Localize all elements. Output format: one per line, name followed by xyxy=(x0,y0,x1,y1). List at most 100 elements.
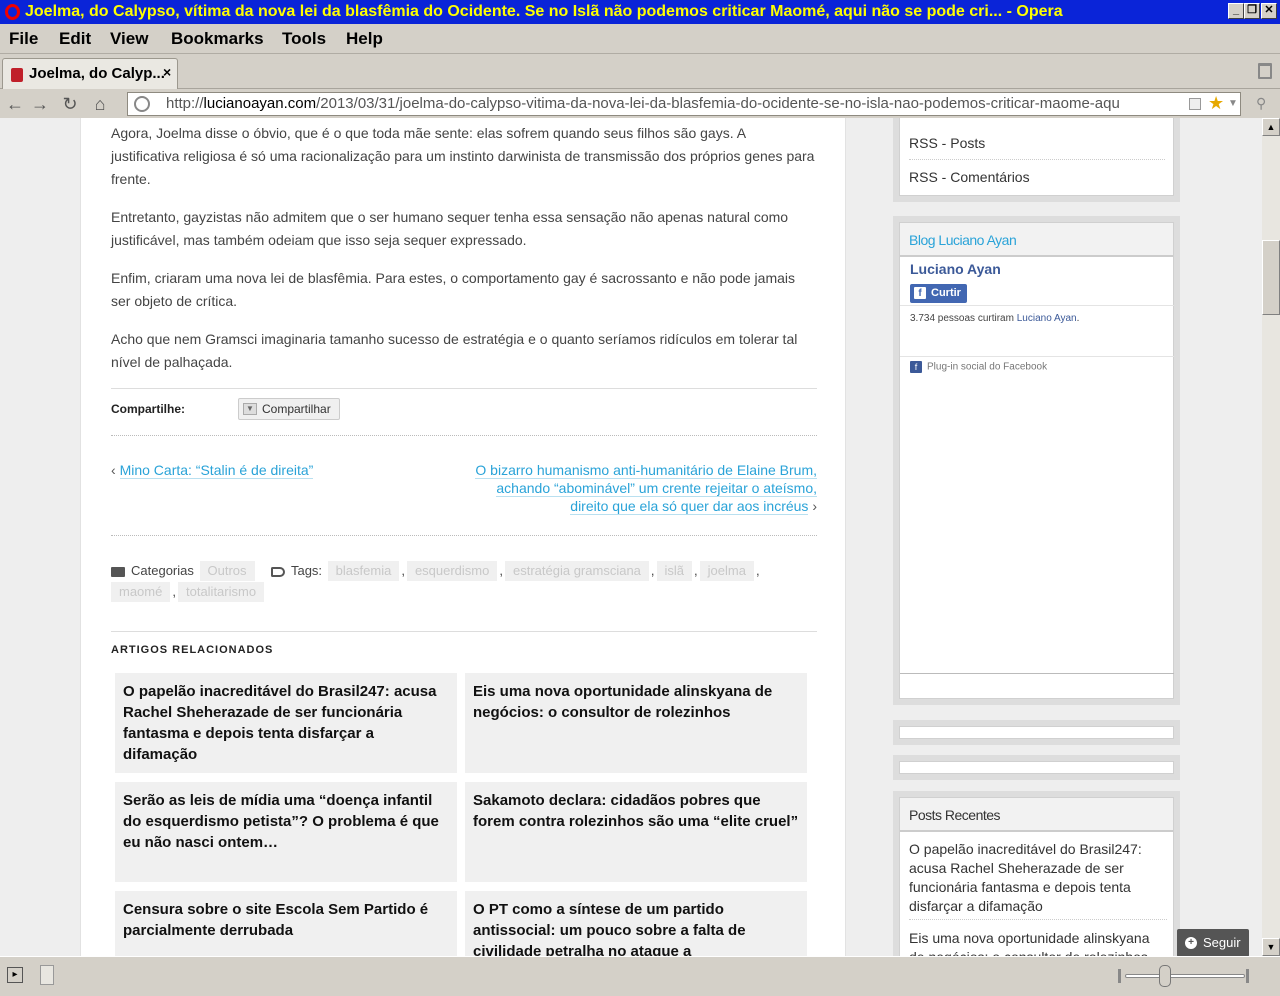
tag-link[interactable]: islã xyxy=(656,561,693,581)
widget-inner xyxy=(899,761,1174,774)
status-field xyxy=(40,965,54,985)
back-icon[interactable]: ← xyxy=(5,93,25,115)
zoom-min-mark xyxy=(1118,969,1121,983)
related-article-card[interactable]: O PT como a síntese de um partido antiss… xyxy=(465,891,807,956)
url-scheme: http:// xyxy=(166,95,204,112)
facebook-icon: f xyxy=(910,361,922,373)
categories-label: Categorias xyxy=(131,563,194,578)
tag-link[interactable]: blasfemia xyxy=(327,561,400,581)
window-title: Joelma, do Calypso, vítima da nova lei d… xyxy=(25,3,1063,20)
url-text: http://lucianoayan.com/2013/03/31/joelma… xyxy=(166,93,1186,115)
sidebar: RSS - Posts RSS - Comentários Blog Lucia… xyxy=(893,118,1180,956)
menu-edit[interactable]: Edit xyxy=(59,29,91,49)
rss-posts-link[interactable]: RSS - Posts xyxy=(909,133,1165,153)
related-article-card[interactable]: O papelão inacreditável do Brasil247: ac… xyxy=(115,673,457,773)
article-column: Agora, Joelma disse o óbvio, que é o que… xyxy=(80,118,846,956)
tab-close-icon[interactable]: × xyxy=(163,64,171,80)
fb-count-link[interactable]: Luciano Ayan xyxy=(1017,313,1077,324)
next-post-link[interactable]: achando “abominável” um crente rejeitar … xyxy=(496,480,817,497)
tag-link[interactable]: maomé xyxy=(111,582,171,602)
post-meta-cont: maomé, totalitarismo xyxy=(109,582,266,602)
related-article-card[interactable]: Serão as leis de mídia uma “doença infan… xyxy=(115,782,457,882)
zoom-max-mark xyxy=(1246,969,1249,983)
window-titlebar: Joelma, do Calypso, vítima da nova lei d… xyxy=(0,0,1280,24)
opera-logo-icon xyxy=(5,4,20,20)
next-post-link[interactable]: O bizarro humanismo anti-humanitário de … xyxy=(475,462,817,479)
fb-plugin-text: Plug-in social do Facebook xyxy=(927,361,1048,373)
panel-toggle-icon[interactable]: ▸ xyxy=(7,967,23,983)
status-bar: ▸ xyxy=(0,956,1280,996)
divider xyxy=(111,388,817,389)
recent-posts-widget: Posts Recentes O papelão inacreditável d… xyxy=(893,791,1180,956)
empty-widget xyxy=(893,755,1180,780)
plus-icon: + xyxy=(1185,937,1197,949)
forward-icon[interactable]: → xyxy=(30,93,50,115)
url-domain: lucianoayan.com xyxy=(203,95,317,112)
scroll-up-icon[interactable]: ▲ xyxy=(1262,118,1280,136)
divider xyxy=(900,356,1174,357)
feed-icon[interactable] xyxy=(1189,98,1201,110)
close-window-button[interactable]: ✕ xyxy=(1261,3,1277,19)
fb-page-name[interactable]: Luciano Ayan xyxy=(910,261,1001,277)
next-post-nav: O bizarro humanismo anti-humanitário de … xyxy=(411,461,817,515)
article-paragraph: Agora, Joelma disse o óbvio, que é o que… xyxy=(111,125,815,187)
facebook-icon: f xyxy=(914,287,926,299)
divider xyxy=(900,673,1174,674)
scrollbar-thumb[interactable] xyxy=(1262,240,1280,315)
divider xyxy=(900,305,1174,306)
tag-link[interactable]: totalitarismo xyxy=(177,582,265,602)
related-article-card[interactable]: Censura sobre o site Escola Sem Partido … xyxy=(115,891,457,956)
follow-button[interactable]: + Seguir xyxy=(1177,929,1249,957)
home-icon[interactable]: ⌂ xyxy=(90,93,110,115)
scroll-down-icon[interactable]: ▼ xyxy=(1262,938,1280,956)
site-favicon-icon xyxy=(11,68,23,82)
address-toolbar: ← → ↻ ⌂ http://lucianoayan.com/2013/03/3… xyxy=(0,90,1280,118)
share-button-label: Compartilhar xyxy=(262,402,331,416)
browser-tab[interactable]: Joelma, do Calyp... × xyxy=(2,58,178,89)
menu-file[interactable]: File xyxy=(9,29,38,49)
zoom-slider-track[interactable] xyxy=(1125,974,1245,978)
reload-icon[interactable]: ↻ xyxy=(60,93,80,115)
recent-post-link[interactable]: Eis uma nova oportunidade alinskyana de … xyxy=(909,929,1167,956)
tag-link[interactable]: estratégia gramsciana xyxy=(505,561,649,581)
fb-count-dot: . xyxy=(1076,313,1080,324)
tag-link[interactable]: joelma xyxy=(699,561,754,581)
folder-icon xyxy=(111,566,125,577)
follow-label: Seguir xyxy=(1203,935,1241,950)
zoom-slider-thumb[interactable] xyxy=(1159,965,1171,987)
prev-post-nav: ‹ Mino Carta: “Stalin é de direita” xyxy=(111,461,314,479)
url-field[interactable]: http://lucianoayan.com/2013/03/31/joelma… xyxy=(127,92,1241,116)
share-button[interactable]: ▼ Compartilhar xyxy=(238,398,340,420)
tag-link[interactable]: esquerdismo xyxy=(406,561,498,581)
chevron-down-icon[interactable]: ▼ xyxy=(1228,93,1238,115)
bookmark-star-icon[interactable]: ★ xyxy=(1208,93,1224,114)
fb-like-button[interactable]: f Curtir xyxy=(910,284,967,303)
maximize-button[interactable]: ❐ xyxy=(1244,3,1260,19)
rss-comments-link[interactable]: RSS - Comentários xyxy=(909,167,1165,187)
facebook-widget: Blog Luciano Ayan Luciano Ayan f Curtir … xyxy=(893,216,1180,705)
fb-plugin-label[interactable]: f Plug-in social do Facebook xyxy=(910,361,1047,373)
vertical-scrollbar[interactable]: ▲ ▼ xyxy=(1262,118,1280,956)
menu-help[interactable]: Help xyxy=(346,29,383,49)
category-link[interactable]: Outros xyxy=(199,561,255,581)
menu-tools[interactable]: Tools xyxy=(282,29,326,49)
recent-post-link[interactable]: O papelão inacreditável do Brasil247: ac… xyxy=(909,840,1167,916)
related-heading: ARTIGOS RELACIONADOS xyxy=(111,644,274,656)
prev-post-link[interactable]: Mino Carta: “Stalin é de direita” xyxy=(119,462,314,479)
minimize-button[interactable]: _ xyxy=(1228,3,1244,19)
prev-arrow: ‹ xyxy=(111,462,116,478)
url-path: /2013/03/31/joelma-do-calypso-vitima-da-… xyxy=(316,95,1120,112)
trash-icon[interactable] xyxy=(1258,63,1272,79)
rss-widget: RSS - Posts RSS - Comentários xyxy=(893,118,1180,202)
menu-view[interactable]: View xyxy=(110,29,148,49)
widget-inner xyxy=(899,726,1174,739)
next-arrow: › xyxy=(812,498,817,514)
key-icon[interactable]: ⚲ xyxy=(1256,96,1274,110)
tab-bar: Joelma, do Calyp... × xyxy=(0,55,1280,89)
next-post-link[interactable]: direito que ela só quer dar aos incréus xyxy=(570,498,809,515)
related-article-card[interactable]: Sakamoto declara: cidadãos pobres que fo… xyxy=(465,782,807,882)
divider xyxy=(909,159,1165,160)
menu-bookmarks[interactable]: Bookmarks xyxy=(171,29,264,49)
fb-like-label: Curtir xyxy=(931,287,961,299)
related-article-card[interactable]: Eis uma nova oportunidade alinskyana de … xyxy=(465,673,807,773)
